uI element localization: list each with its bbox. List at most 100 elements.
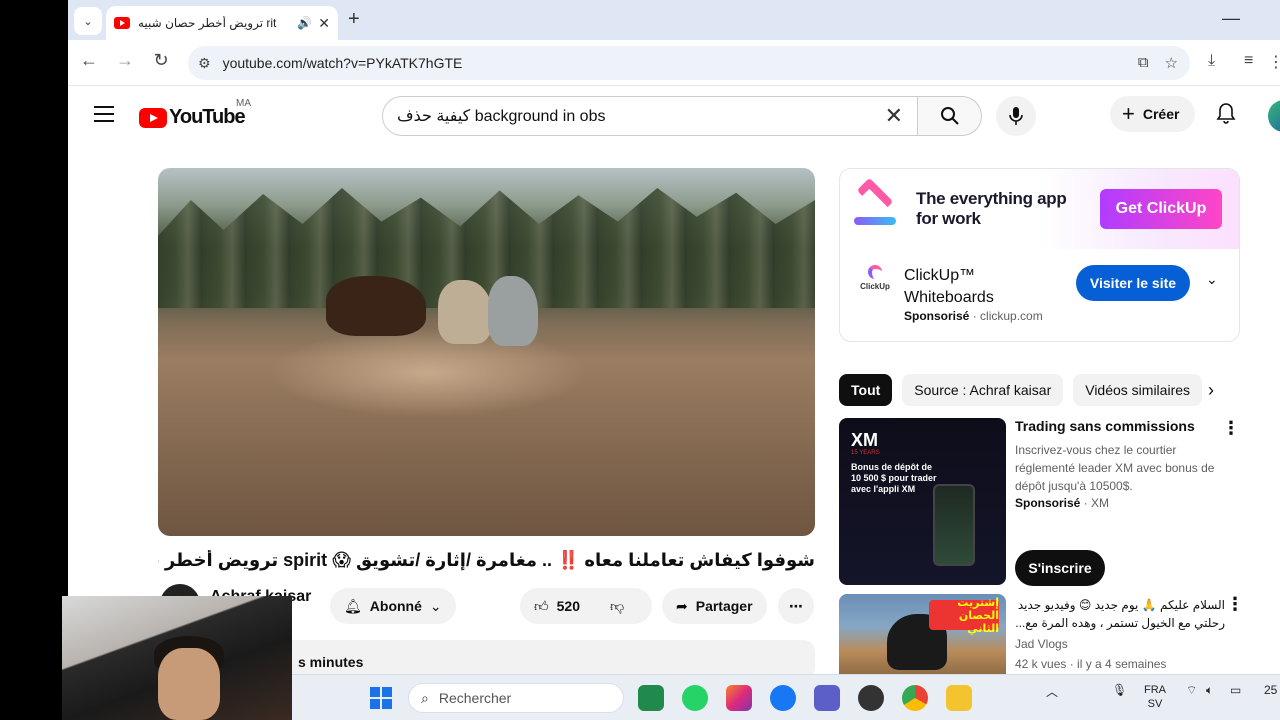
ad-product-line-1: ClickUp™ xyxy=(904,267,976,284)
taskbar-search-placeholder: Rechercher xyxy=(438,690,512,706)
sign-up-button[interactable]: S'inscrire xyxy=(1015,550,1105,586)
ad-product-name: ClickUp™ Whiteboards xyxy=(904,265,994,309)
video-thumbnail[interactable]: إشتريت الحصان الثاني xyxy=(839,594,1006,676)
search-icon xyxy=(940,107,959,125)
forward-button[interactable]: → xyxy=(112,50,138,71)
new-tab-button[interactable]: + xyxy=(348,8,360,31)
search-icon: ⌕ xyxy=(421,689,429,706)
obs-app-icon[interactable] xyxy=(858,685,884,711)
menu-icon[interactable] xyxy=(94,106,114,127)
dislike-icon[interactable]: 👎︎ xyxy=(610,598,624,615)
tab-search-button[interactable]: ⌄ xyxy=(74,7,102,35)
chevron-up-icon[interactable]: ︿ xyxy=(1046,683,1058,700)
input-language[interactable]: FRA SV xyxy=(1144,683,1166,711)
ad-sponsor-line: Sponsorisé · clickup.com xyxy=(904,309,1043,323)
create-button[interactable]: + Créer xyxy=(1110,96,1196,132)
video-frame-trees xyxy=(158,188,815,308)
more-vertical-icon[interactable]: ⋮ xyxy=(1222,418,1240,439)
microphone-icon xyxy=(1009,107,1023,125)
active-tab[interactable]: rit ترويض أخطر حصان شبيه 🔊 ✕ xyxy=(106,6,338,40)
close-tab-icon[interactable]: ✕ xyxy=(318,15,330,32)
share-button[interactable]: ➦ Partager xyxy=(662,588,767,624)
search-input[interactable]: كيفية حذف background in obs ✕ xyxy=(382,96,918,136)
microphone-icon[interactable]: 🎙︎ xyxy=(1112,683,1127,697)
volume-icon[interactable]: 🔈︎ xyxy=(1206,683,1213,698)
back-button[interactable]: ← xyxy=(76,50,102,71)
keyboard-layout: SV xyxy=(1147,698,1163,710)
youtube-header: YouTube MA كيفية حذف background in obs ✕… xyxy=(68,86,1280,146)
site-info-icon[interactable]: ⚙ xyxy=(198,55,211,72)
ad-banner-line-2: for work xyxy=(916,209,981,228)
country-code: MA xyxy=(236,98,251,109)
ad-domain: clickup.com xyxy=(980,309,1043,323)
whatsapp-app-icon[interactable] xyxy=(682,685,708,711)
download-icon[interactable]: ⤓ xyxy=(1208,52,1215,70)
speaker-icon[interactable]: 🔊 xyxy=(297,16,312,30)
browser-menu-icon[interactable]: ⋮ xyxy=(1268,52,1280,72)
youtube-logo-text: YouTube xyxy=(169,106,246,128)
chrome-app-icon[interactable] xyxy=(902,685,928,711)
voice-search-button[interactable] xyxy=(996,96,1036,136)
more-actions-button[interactable]: ⋯ xyxy=(778,588,814,624)
wifi-icon[interactable]: ⌔ xyxy=(1186,683,1197,698)
notifications-bell-icon[interactable] xyxy=(1216,102,1236,130)
tab-title: rit ترويض أخطر حصان شبيه xyxy=(138,16,277,30)
teams-app-icon[interactable] xyxy=(814,685,840,711)
search-value: كيفية حذف background in obs xyxy=(397,108,606,125)
clickup-logo-icon xyxy=(854,177,896,233)
advertiser-name: XM xyxy=(1091,496,1110,510)
sidebar-ad-thumbnail[interactable]: XM 15 YEARS Bonus de dépôt de 10 500 $ p… xyxy=(839,418,1006,585)
language-code: FRA xyxy=(1144,684,1166,696)
reading-list-icon[interactable]: ≡ xyxy=(1244,52,1253,70)
bookmark-star-icon[interactable]: ☆ xyxy=(1165,54,1178,72)
account-avatar[interactable] xyxy=(1268,100,1280,132)
video-title: شوفوا كيفاش تعاملنا معاه ‼️ .. مغامرة /إ… xyxy=(158,550,815,570)
search-button[interactable] xyxy=(918,96,982,136)
sidebar-ad-title[interactable]: Trading sans commissions xyxy=(1015,418,1195,434)
ad-banner-cta[interactable]: Get ClickUp xyxy=(1100,189,1222,229)
subscribed-label: Abonné xyxy=(369,598,422,614)
install-app-icon[interactable]: ⧉ xyxy=(1138,54,1149,72)
more-vertical-icon[interactable]: ⋮ xyxy=(1226,594,1244,615)
clock-partial[interactable]: 25 xyxy=(1264,683,1277,697)
battery-icon[interactable]: ▭ xyxy=(1230,683,1241,697)
share-label: Partager xyxy=(695,598,753,614)
chip-related[interactable]: Vidéos similaires xyxy=(1073,374,1203,406)
related-channel-name[interactable]: Jad Vlogs xyxy=(1015,637,1068,651)
related-video-meta: 42 k vues · il y a 4 semaines xyxy=(1015,657,1167,671)
youtube-logo[interactable]: YouTube xyxy=(139,106,246,129)
desktop-left-edge xyxy=(0,0,68,720)
video-title-related[interactable]: السلام عليكم 🙏 يوم جديد 😊 وفيديو جديد رح… xyxy=(1015,596,1225,632)
clickup-mark-icon xyxy=(868,265,882,279)
plus-icon: + xyxy=(1122,101,1135,126)
chevron-down-icon: ⌄ xyxy=(83,15,93,28)
advertiser-logo-text: ClickUp xyxy=(860,282,890,291)
like-icon[interactable]: 👍︎ xyxy=(534,598,549,615)
minimize-window-button[interactable]: — xyxy=(1222,8,1240,29)
youtube-play-icon xyxy=(139,107,167,128)
chevron-right-icon[interactable]: › xyxy=(1208,380,1214,401)
ad-product-line-2: Whiteboards xyxy=(904,289,994,306)
sponsored-label: Sponsorisé xyxy=(904,309,970,323)
visit-site-button[interactable]: Visiter le site xyxy=(1076,265,1190,301)
like-count[interactable]: 520 xyxy=(557,598,580,614)
instagram-app-icon[interactable] xyxy=(726,685,752,711)
clear-search-icon[interactable]: ✕ xyxy=(885,103,903,129)
advertiser-logo: ClickUp xyxy=(856,265,894,291)
capcut-app-icon[interactable] xyxy=(638,685,664,711)
taskbar-search[interactable]: ⌕ Rechercher xyxy=(408,683,624,713)
url-text: youtube.com/watch?v=PYkATK7hGTE xyxy=(222,55,463,71)
subscribed-button[interactable]: 🔔︎ Abonné ⌄ xyxy=(330,588,456,624)
file-explorer-icon[interactable] xyxy=(946,685,972,711)
reload-button[interactable]: ↻ xyxy=(148,50,174,71)
facebook-app-icon[interactable] xyxy=(770,685,796,711)
tab-strip: ⌄ rit ترويض أخطر حصان شبيه 🔊 ✕ + — xyxy=(68,0,1280,40)
sponsored-ad-card[interactable]: The everything app for work Get ClickUp … xyxy=(839,168,1240,342)
chevron-down-icon[interactable]: ⌄ xyxy=(1206,271,1218,288)
chip-all[interactable]: Tout xyxy=(839,374,893,406)
address-bar[interactable]: ⚙ youtube.com/watch?v=PYkATK7hGTE ⧉ ☆ xyxy=(188,46,1190,80)
chip-source[interactable]: Source : Achraf kaisar xyxy=(902,374,1064,406)
video-player[interactable] xyxy=(158,168,815,536)
ad-banner[interactable]: The everything app for work Get ClickUp xyxy=(840,169,1239,249)
windows-start-icon[interactable] xyxy=(370,687,392,709)
